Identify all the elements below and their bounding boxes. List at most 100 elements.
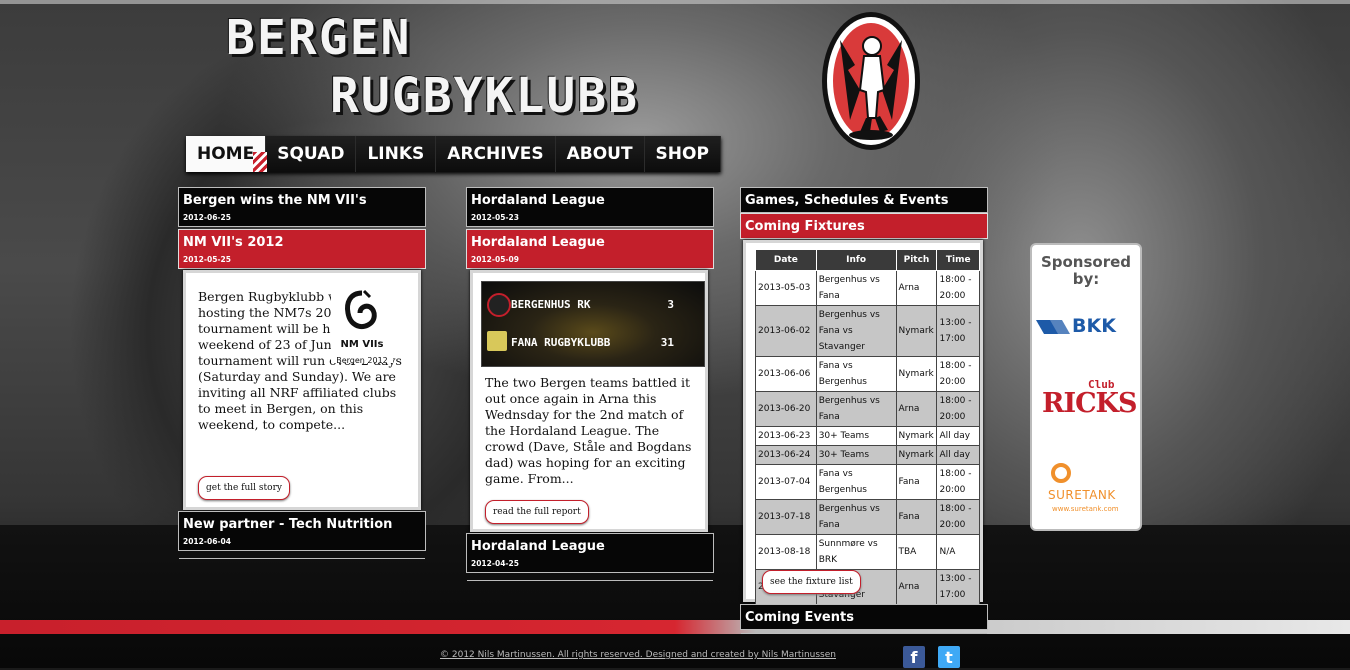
nm-viis-logo: NM VIIs Bergen 2012 (331, 289, 393, 365)
fixture-pitch: Arna (895, 569, 938, 605)
sponsors-box: Sponsored by: BKK Club RICKS SURETANK ww… (1030, 243, 1142, 531)
post-title[interactable]: New partner - Tech Nutrition (183, 517, 392, 532)
fixture-info: Bergenhus vs Fana (815, 499, 897, 535)
top-stripe (0, 0, 1350, 4)
post-header-active[interactable]: NM VII's 2012 2012-05-25 (178, 229, 426, 269)
sponsor-name: SURETANK (1048, 488, 1116, 502)
post-excerpt: The two Bergen teams battled it out once… (485, 375, 692, 486)
fixtures-table: Date Info Pitch Time 2013-05-03 Bergenhus… (755, 249, 980, 605)
footer-credits-link[interactable]: © 2012 Nils Martinussen. All rights rese… (440, 650, 836, 660)
post-date: 2012-05-23 (471, 213, 519, 222)
fixture-info: Fana vs Bergenhus (815, 356, 897, 392)
fixture-time: 18:00 - 20:00 (936, 356, 980, 392)
column-header: Info (815, 249, 897, 271)
fixture-row: 2013-05-03 Bergenhus vs Fana Arna 18:00 - 2… (755, 270, 980, 306)
fixture-pitch: Arna (895, 270, 938, 306)
schedule-header: Games, Schedules & Events (740, 187, 988, 213)
fixture-row: 2013-06-06 Fana vs Bergenhus Nymark 18:00 -… (755, 356, 980, 392)
team-score: 31 (660, 336, 674, 349)
fixture-time: 18:00 - 20:00 (936, 464, 980, 500)
fixture-pitch: Nymark (895, 445, 938, 465)
fixture-time: All day (936, 426, 980, 446)
table-header-row: Date Info Pitch Time (755, 249, 980, 271)
post-header[interactable]: New partner - Tech Nutrition 2012-06-04 (178, 511, 426, 559)
fixture-date: 2013-05-03 (755, 270, 817, 306)
fixture-row: 2013-07-18 Bergenhus vs Fana Fana 18:00 - 2… (755, 499, 980, 535)
nav-squad[interactable]: SQUAD (266, 136, 357, 172)
fixtures-card: Date Info Pitch Time 2013-05-03 Bergenhus… (743, 240, 983, 605)
column-header: Time (936, 249, 980, 271)
scoreboard-image: BERGENHUS RK 3 FANA RUGBYKLUBB 31 (481, 281, 705, 367)
nav-shop[interactable]: SHOP (644, 136, 721, 172)
events-header[interactable]: Coming Events (740, 604, 988, 634)
team-score: 3 (667, 298, 674, 311)
facebook-icon[interactable]: f (903, 646, 925, 668)
fixture-time: 18:00 - 20:00 (936, 391, 980, 427)
post-title[interactable]: Bergen wins the NM VII's (183, 193, 367, 208)
post-header-active[interactable]: Hordaland League 2012-05-09 (466, 229, 714, 269)
post-title[interactable]: Hordaland League (471, 539, 605, 554)
divider (467, 580, 713, 581)
fixture-time: 13:00 - 17:00 (936, 305, 980, 357)
post-header[interactable]: Hordaland League 2012-05-23 (466, 187, 714, 227)
sponsor-ricks-logo[interactable]: Club RICKS (1042, 378, 1138, 424)
nav-links[interactable]: LINKS (356, 136, 437, 172)
full-report-button[interactable]: read the full report (485, 500, 589, 524)
post-title[interactable]: Hordaland League (471, 193, 605, 208)
post-title[interactable]: NM VII's 2012 (183, 235, 284, 250)
fixture-time: All day (936, 445, 980, 465)
fixture-date: 2013-06-20 (755, 391, 817, 427)
site-title-line1[interactable]: BERGEN (226, 10, 411, 66)
column-header: Date (755, 249, 817, 271)
fixture-info: 30+ Teams (815, 445, 897, 465)
sponsor-suretank-logo[interactable]: SURETANK www.suretank.com (1046, 462, 1130, 518)
fixtures-subheader[interactable]: Coming Fixtures (740, 213, 988, 239)
post-date: 2012-06-04 (183, 537, 231, 546)
schedule-title: Games, Schedules & Events (745, 193, 949, 208)
fixture-info: Bergenhus vs Fana (815, 270, 897, 306)
fana-crest-icon (487, 331, 507, 351)
post-header[interactable]: Bergen wins the NM VII's 2012-06-25 (178, 187, 426, 227)
fixture-pitch: TBA (895, 534, 938, 570)
fixture-list-button[interactable]: see the fixture list (762, 570, 861, 594)
nm-logo-subtitle: Bergen 2012 (336, 356, 388, 365)
fixture-time: 13:00 - 17:00 (936, 569, 980, 605)
fixture-pitch: Nymark (895, 426, 938, 446)
sponsor-bkk-logo[interactable]: BKK (1036, 315, 1140, 337)
twitter-icon[interactable]: t (938, 646, 960, 668)
fixtures-title[interactable]: Coming Fixtures (745, 219, 865, 234)
nav-archives[interactable]: ARCHIVES (436, 136, 556, 172)
fixture-date: 2013-06-06 (755, 356, 817, 392)
post-date: 2012-04-25 (471, 559, 519, 568)
fixture-pitch: Fana (895, 499, 938, 535)
fixture-row: 2013-06-24 30+ Teams Nymark All day (755, 445, 980, 465)
club-crest-logo[interactable] (820, 10, 922, 152)
team-name: BERGENHUS RK (511, 298, 591, 311)
post-card: Bergen Rugbyklubb will be hosting the NM… (183, 270, 421, 510)
fixture-time: 18:00 - 20:00 (936, 270, 980, 306)
team-name: FANA RUGBYKLUBB (511, 336, 611, 349)
fixture-row: 2013-06-20 Bergenhus vs Fana Arna 18:00 - 2… (755, 391, 980, 427)
site-title-line2[interactable]: RUGBYKLUBB (330, 68, 639, 124)
fixture-info: Fana vs Bergenhus (815, 464, 897, 500)
divider (741, 633, 987, 634)
divider (179, 558, 425, 559)
nav-about[interactable]: ABOUT (555, 136, 645, 172)
fixture-date: 2013-06-02 (755, 305, 817, 357)
bergenhus-crest-icon (487, 293, 511, 317)
fixture-info: Bergenhus vs Fana (815, 391, 897, 427)
column-header: Pitch (895, 249, 938, 271)
nav-home[interactable]: HOME (186, 136, 268, 172)
events-title[interactable]: Coming Events (745, 610, 854, 625)
fixture-pitch: Arna (895, 391, 938, 427)
fixture-pitch: Fana (895, 464, 938, 500)
fixture-pitch: Nymark (895, 356, 938, 392)
sponsor-url: www.suretank.com (1052, 505, 1119, 513)
post-date: 2012-05-25 (183, 255, 231, 264)
scoreboard-row: BERGENHUS RK 3 (482, 290, 704, 318)
post-title[interactable]: Hordaland League (471, 235, 605, 250)
post-header[interactable]: Hordaland League 2012-04-25 (466, 533, 714, 581)
fixture-info: Sunnmøre vs BRK (815, 534, 897, 570)
sponsor-name: RICKS (1042, 388, 1138, 419)
full-story-button[interactable]: get the full story (198, 476, 290, 500)
